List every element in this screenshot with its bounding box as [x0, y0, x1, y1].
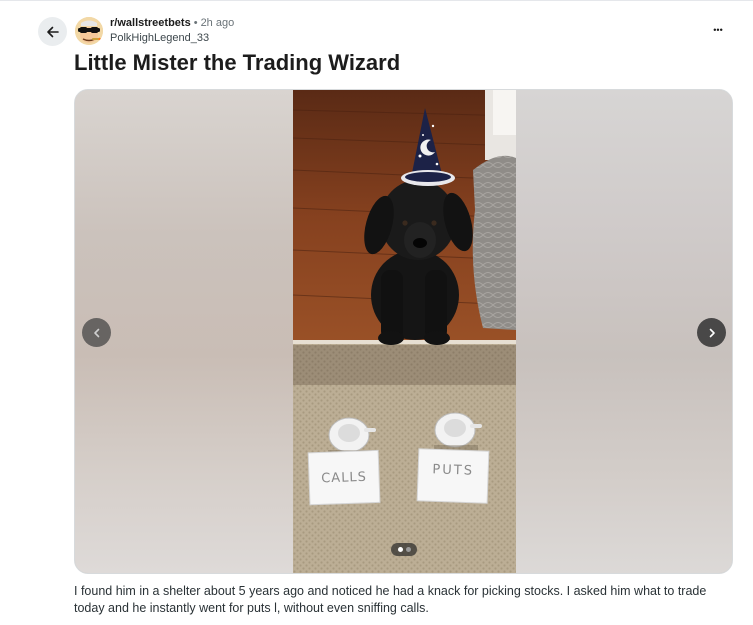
calls-card-label: CALLS	[321, 470, 367, 487]
subreddit-avatar[interactable]	[75, 17, 103, 45]
chevron-left-icon	[93, 328, 99, 337]
post-meta-line: r/wallstreetbets • 2h ago	[110, 17, 234, 30]
chevron-right-icon	[709, 328, 715, 337]
more-options-button[interactable]: •••	[706, 20, 730, 40]
subreddit-link[interactable]: r/wallstreetbets	[110, 17, 191, 30]
gallery-dot[interactable]	[397, 547, 403, 552]
post-meta: r/wallstreetbets • 2h ago PolkHighLegend…	[110, 17, 234, 45]
post-title: Little Mister the Trading Wizard	[74, 50, 401, 75]
puts-card-label: PUTS	[432, 462, 474, 478]
top-divider	[0, 0, 753, 3]
more-horizontal-icon: •••	[713, 25, 723, 35]
gallery-next-button[interactable]	[697, 318, 726, 347]
author-link[interactable]: PolkHighLegend_33	[110, 31, 234, 45]
image-gallery[interactable]: CALLS PUTS	[74, 89, 733, 574]
back-button[interactable]	[38, 17, 67, 46]
post-timestamp: 2h ago	[200, 17, 235, 29]
post-body: I found him in a shelter about 5 years a…	[74, 584, 707, 615]
dog-wizard-photo: CALLS PUTS	[293, 90, 516, 573]
gallery-page-indicator	[391, 543, 417, 556]
arrow-left-icon	[46, 26, 59, 37]
gallery-image[interactable]: CALLS PUTS	[293, 90, 516, 573]
gallery-previous-button[interactable]	[82, 318, 111, 347]
gallery-dot[interactable]	[405, 547, 411, 552]
meta-separator: •	[193, 17, 198, 29]
